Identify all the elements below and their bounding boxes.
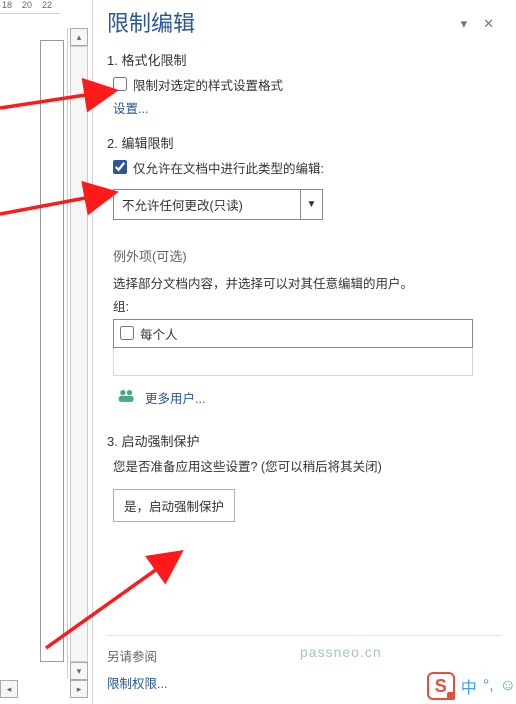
chevron-down-icon: ▼: [300, 190, 322, 219]
section-3-title: 3. 启动强制保护: [107, 431, 502, 450]
see-also-title: 另请参阅: [107, 646, 502, 665]
more-users-link[interactable]: 更多用户...: [145, 388, 205, 407]
group-list-frame: [113, 348, 473, 376]
group-label: 组:: [113, 296, 502, 315]
settings-link[interactable]: 设置...: [113, 98, 148, 117]
ruler-mark: 20: [22, 0, 32, 10]
pane-title: 限制编辑: [107, 4, 453, 44]
pane-options-button[interactable]: ▾: [453, 12, 476, 36]
allow-editing-label: 仅允许在文档中进行此类型的编辑:: [133, 158, 324, 177]
section-2-title: 2. 编辑限制: [107, 133, 502, 152]
enforce-text: 您是否准备应用这些设置? (您可以稍后将其关闭): [113, 456, 502, 475]
restrict-permission-link[interactable]: 限制权限...: [107, 677, 167, 691]
section-1-title: 1. 格式化限制: [107, 50, 502, 69]
ime-logo-icon[interactable]: S: [427, 672, 455, 700]
restrict-editing-pane: 限制编辑 ▾ ✕ 1. 格式化限制 限制对选定的样式设置格式 设置... 2. …: [92, 0, 516, 704]
editing-type-select[interactable]: 不允许任何更改(只读) ▼: [113, 189, 323, 220]
users-icon: [117, 388, 137, 407]
ime-toolbar[interactable]: S 中 °, ☺: [427, 672, 516, 700]
editing-type-value: 不允许任何更改(只读): [114, 190, 300, 219]
limit-formatting-checkbox[interactable]: [113, 77, 127, 91]
start-enforcement-button[interactable]: 是，启动强制保护: [113, 489, 235, 522]
scroll-left-button[interactable]: ◂: [0, 680, 18, 698]
scroll-right-button[interactable]: ▸: [70, 680, 88, 698]
allow-editing-checkbox[interactable]: [113, 160, 127, 174]
ime-punct[interactable]: °,: [483, 677, 494, 695]
group-everyone-row[interactable]: 每个人: [113, 319, 473, 348]
pane-close-button[interactable]: ✕: [475, 12, 502, 36]
scroll-up-button[interactable]: ▴: [70, 28, 88, 46]
vertical-scrollbar[interactable]: [70, 46, 88, 662]
document-area: ▴ ▾ ◂ ▸: [0, 14, 92, 702]
pane-header: 限制编辑 ▾ ✕: [107, 4, 502, 44]
exceptions-text: 选择部分文档内容，并选择可以对其任意编辑的用户。: [113, 273, 502, 292]
limit-formatting-label: 限制对选定的样式设置格式: [133, 75, 283, 94]
scroll-down-button[interactable]: ▾: [70, 662, 88, 680]
ime-lang[interactable]: 中: [461, 674, 477, 698]
page: [40, 40, 64, 662]
ruler-mark: 18: [2, 0, 12, 10]
group-everyone-label: 每个人: [140, 324, 178, 343]
ime-face-icon[interactable]: ☺: [500, 677, 516, 695]
exceptions-title: 例外项(可选): [113, 246, 502, 265]
group-everyone-checkbox[interactable]: [120, 326, 134, 340]
ruler: 18 20 22: [0, 0, 60, 14]
ruler-mark: 22: [42, 0, 52, 10]
